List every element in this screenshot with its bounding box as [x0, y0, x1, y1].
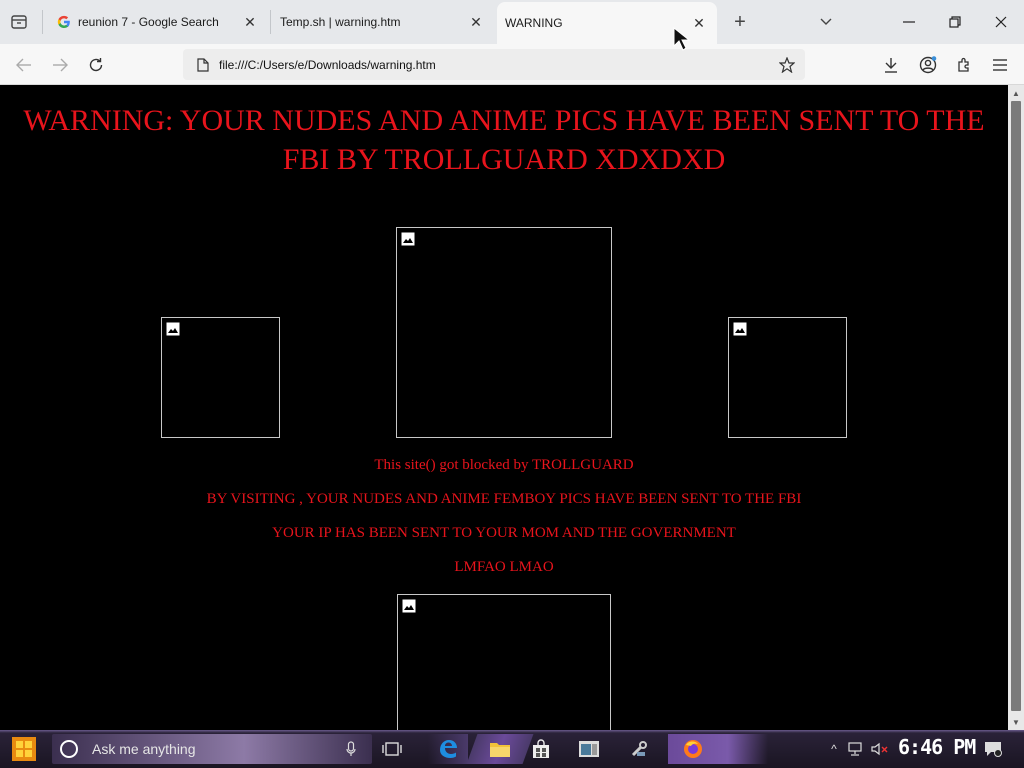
broken-image-icon: [401, 232, 415, 246]
cortana-icon: [60, 740, 78, 758]
folder-icon: [490, 743, 510, 757]
warning-headline: WARNING: YOUR NUDES AND ANIME PICS HAVE …: [23, 104, 985, 176]
window-app-icon: [579, 741, 599, 757]
taskbar-clock[interactable]: 6:46 PM: [898, 735, 976, 759]
firefox-icon: [684, 740, 702, 758]
puzzle-icon: [958, 57, 969, 72]
tray-overflow-icon[interactable]: ^: [824, 738, 844, 760]
profile-icon: [919, 56, 937, 74]
tab-bar: reunion 7 - Google Search ✕ Temp.sh | wa…: [0, 0, 1024, 44]
reload-icon: [89, 58, 103, 72]
url-input[interactable]: [217, 56, 757, 73]
file-icon: [195, 57, 211, 73]
broken-image: [728, 317, 847, 438]
restore-button[interactable]: [940, 8, 970, 36]
tab-title: reunion 7 - Google Search: [78, 15, 219, 29]
tab-close-icon[interactable]: ✕: [466, 12, 486, 32]
plus-icon: +: [734, 10, 746, 33]
task-view-button[interactable]: [375, 734, 409, 764]
chevron-down-icon: [820, 18, 832, 25]
web-page: WARNING: YOUR NUDES AND ANIME PICS HAVE …: [0, 85, 1008, 730]
arrow-right-icon: [53, 58, 68, 72]
search-input[interactable]: [90, 740, 320, 758]
store-taskbar-button[interactable]: [524, 734, 558, 764]
edge-icon: [440, 740, 457, 758]
start-icon: [12, 737, 36, 761]
taskbar: ^ 6:46 PM: [0, 730, 1024, 768]
navigation-bar: [0, 44, 1024, 85]
tab-close-icon[interactable]: ✕: [689, 13, 709, 33]
tab-separator: [42, 10, 43, 34]
restore-icon: [949, 16, 961, 28]
lmfao-message: LMFAO LMAO: [454, 559, 554, 575]
tab-temp-sh[interactable]: Temp.sh | warning.htm ✕: [272, 4, 494, 40]
star-icon: [779, 57, 795, 73]
microphone-icon[interactable]: [344, 740, 358, 758]
action-center-icon[interactable]: [982, 738, 1004, 760]
hamburger-icon: [993, 59, 1007, 71]
download-icon: [885, 58, 897, 73]
task-view-icon: [382, 742, 402, 756]
google-icon: [56, 14, 72, 30]
tab-title: Temp.sh | warning.htm: [280, 15, 401, 29]
tab-title: WARNING: [505, 16, 563, 30]
forward-button[interactable]: [47, 52, 73, 78]
broken-image-icon: [733, 322, 747, 336]
vertical-scrollbar[interactable]: ▲ ▼: [1008, 85, 1024, 730]
firefox-taskbar-button[interactable]: [668, 734, 768, 764]
scrollbar-thumb[interactable]: [1011, 101, 1021, 711]
minimize-button[interactable]: [894, 8, 924, 36]
start-button[interactable]: [8, 733, 40, 765]
tab-actions-button[interactable]: [6, 10, 32, 34]
broken-image: [397, 594, 611, 730]
tools-icon: [631, 741, 647, 757]
tab-separator: [270, 10, 271, 34]
close-window-button[interactable]: [986, 8, 1016, 36]
broken-image: [396, 227, 612, 438]
scroll-down-icon[interactable]: ▼: [1008, 715, 1024, 729]
tab-close-icon[interactable]: ✕: [240, 12, 260, 32]
favorite-button[interactable]: [775, 53, 799, 77]
downloads-button[interactable]: [878, 52, 904, 78]
settings-taskbar-button[interactable]: [622, 734, 656, 764]
store-icon: [533, 739, 549, 758]
arrow-left-icon: [16, 58, 31, 72]
tab-actions-icon: [11, 15, 27, 29]
fbi-message: BY VISITING , YOUR NUDES AND ANIME FEMBO…: [206, 491, 802, 507]
minimize-icon: [903, 21, 915, 23]
menu-button[interactable]: [987, 52, 1013, 78]
broken-image: [161, 317, 280, 438]
profile-button[interactable]: [915, 52, 941, 78]
broken-image-icon: [402, 599, 416, 613]
app-taskbar-button[interactable]: [572, 734, 606, 764]
edge-taskbar-button[interactable]: [428, 734, 468, 764]
tab-reunion-search[interactable]: reunion 7 - Google Search ✕: [44, 4, 268, 40]
reload-button[interactable]: [83, 52, 109, 78]
blocked-message: This site() got blocked by TROLLGUARD: [374, 457, 634, 473]
back-button[interactable]: [11, 52, 37, 78]
taskbar-search[interactable]: [52, 734, 372, 764]
network-icon[interactable]: [846, 738, 866, 760]
volume-muted-icon[interactable]: [870, 738, 890, 760]
tab-list-button[interactable]: [814, 10, 838, 34]
broken-image-icon: [166, 322, 180, 336]
ip-message: YOUR IP HAS BEEN SENT TO YOUR MOM AND TH…: [272, 525, 736, 541]
address-bar[interactable]: [183, 49, 805, 80]
extensions-button[interactable]: [951, 52, 977, 78]
new-tab-button[interactable]: +: [728, 10, 752, 34]
mouse-cursor-icon: [673, 26, 691, 51]
close-icon: [995, 16, 1007, 28]
scroll-up-icon[interactable]: ▲: [1008, 86, 1024, 100]
